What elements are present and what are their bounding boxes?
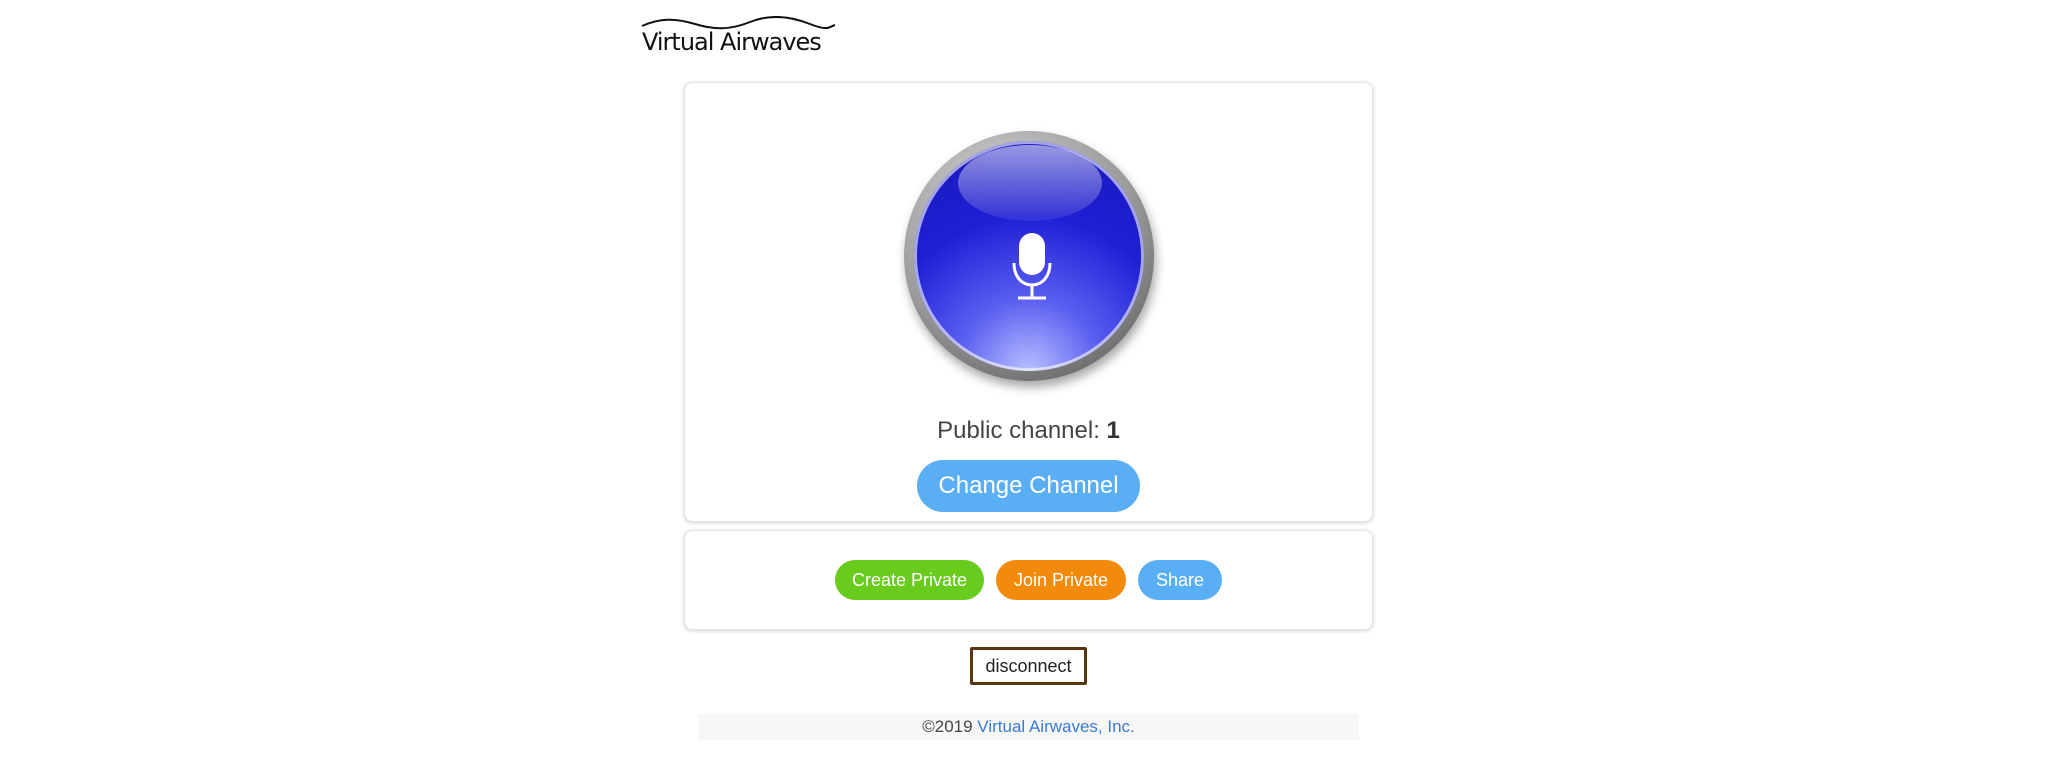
microphone-icon bbox=[1012, 233, 1052, 300]
disconnect-button[interactable]: disconnect bbox=[970, 647, 1087, 685]
join-private-button[interactable]: Join Private bbox=[996, 560, 1126, 600]
ptt-gloss bbox=[958, 145, 1102, 221]
logo: Virtual Airwaves bbox=[640, 16, 840, 60]
channel-number: 1 bbox=[1106, 417, 1120, 444]
ptt-face bbox=[914, 141, 1144, 371]
channel-status: Public channel: 1 bbox=[684, 417, 1373, 445]
copyright-text: ©2019 bbox=[922, 717, 978, 736]
channel-label: Public channel: bbox=[937, 417, 1107, 444]
logo-text: Virtual Airwaves bbox=[642, 28, 822, 56]
footer: ©2019 Virtual Airwaves, Inc. bbox=[698, 714, 1359, 740]
push-to-talk-button[interactable] bbox=[904, 131, 1154, 381]
change-channel-button[interactable]: Change Channel bbox=[917, 460, 1140, 512]
create-private-button[interactable]: Create Private bbox=[835, 560, 984, 600]
share-button[interactable]: Share bbox=[1138, 560, 1222, 600]
company-link[interactable]: Virtual Airwaves, Inc. bbox=[977, 717, 1134, 736]
